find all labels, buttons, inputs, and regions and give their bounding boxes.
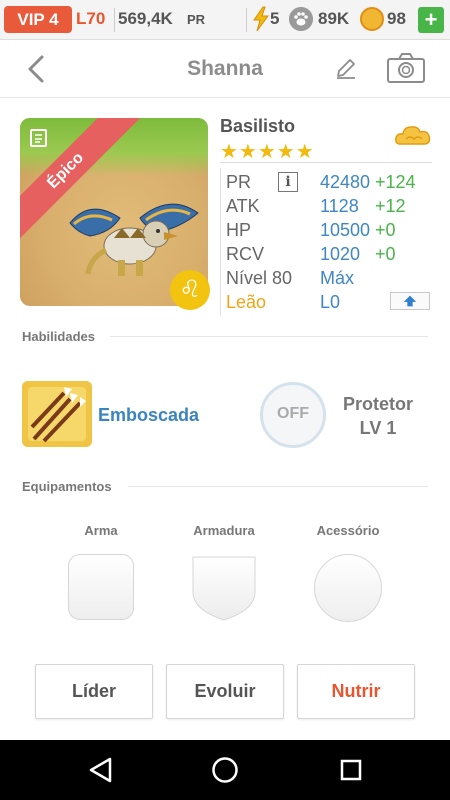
stat-label-atk: ATK xyxy=(226,196,260,216)
passive-skill-icon[interactable]: OFF xyxy=(260,382,326,448)
stat-label-pr: PR xyxy=(226,172,252,192)
nav-home-icon[interactable] xyxy=(211,756,239,784)
power-value: 569,4K xyxy=(118,9,173,28)
lightning-icon xyxy=(253,6,269,32)
status-bar: VIP 4 L70 569,4K PR 5 89K 98 + xyxy=(0,0,450,40)
stat-value-zodiac: L0 xyxy=(320,292,341,312)
stat-label-hp: HP xyxy=(226,220,252,240)
pet-species: Basilisto xyxy=(220,116,296,136)
star-rating: ★★★★★ xyxy=(220,141,315,163)
add-coins-button[interactable]: + xyxy=(418,7,444,33)
stat-bonus-hp: +0 xyxy=(375,220,396,240)
divider xyxy=(128,486,428,487)
upgrade-arrow-button[interactable] xyxy=(390,292,430,310)
stat-label-level: Nível 80 xyxy=(226,268,293,288)
stat-label-rcv: RCV xyxy=(226,244,265,264)
divider xyxy=(110,336,428,337)
stat-value-level: Máx xyxy=(320,268,355,288)
info-icon[interactable]: i xyxy=(278,172,298,192)
nav-back-icon[interactable] xyxy=(88,756,114,784)
accessory-slot[interactable] xyxy=(314,554,382,622)
coin-value: 98 xyxy=(387,9,406,28)
passive-skill-level: LV 1 xyxy=(359,418,397,438)
active-skill-name[interactable]: Emboscada xyxy=(98,405,199,426)
camera-icon[interactable] xyxy=(386,52,426,84)
feed-button[interactable]: Nutrir xyxy=(297,664,415,719)
card-icon[interactable] xyxy=(28,126,50,148)
stats-divider xyxy=(220,168,221,316)
stat-bonus-atk: +12 xyxy=(375,196,406,216)
zodiac-leo-icon: ♌ xyxy=(170,270,210,310)
weapon-slot[interactable] xyxy=(68,554,134,620)
stat-value-hp: 10500 xyxy=(320,220,371,240)
accessory-slot-label: Acessório xyxy=(316,523,380,538)
skills-section-title: Habilidades xyxy=(22,329,95,344)
divider xyxy=(246,8,247,32)
page-title: Shanna xyxy=(187,57,263,80)
stat-value-atk: 1128 xyxy=(320,196,359,216)
cloud-element-icon xyxy=(395,126,431,145)
evolve-button[interactable]: Evoluir xyxy=(166,664,284,719)
weapon-slot-label: Arma xyxy=(84,523,118,538)
stat-value-rcv: 1020 xyxy=(320,244,361,264)
equipment-section-title: Equipamentos xyxy=(22,479,112,494)
passive-skill-name: Protetor xyxy=(342,394,413,414)
armor-slot-label: Armadura xyxy=(193,523,255,538)
vip-badge[interactable]: VIP 4 xyxy=(4,6,72,33)
coin-icon xyxy=(360,7,384,31)
player-level: L70 xyxy=(76,9,106,28)
paw-value: 89K xyxy=(318,9,350,28)
skill-ambush-icon[interactable] xyxy=(22,381,92,447)
passive-state-label: OFF xyxy=(277,405,309,422)
stat-bonus-pr: +124 xyxy=(375,172,416,192)
divider xyxy=(114,8,115,32)
nav-recent-apps-icon[interactable] xyxy=(339,758,363,782)
armor-slot[interactable] xyxy=(191,554,257,622)
stat-value-pr: 42480 xyxy=(320,172,371,192)
system-navigation-bar xyxy=(0,740,450,800)
page-header: Shanna xyxy=(0,40,450,98)
arrows-icon xyxy=(22,381,92,447)
leader-button[interactable]: Líder xyxy=(35,664,153,719)
paw-icon xyxy=(289,7,313,31)
power-unit: PR xyxy=(187,12,206,27)
edit-pencil-icon[interactable] xyxy=(334,56,358,80)
divider xyxy=(220,162,432,163)
energy-value: 5 xyxy=(270,9,280,28)
stat-bonus-rcv: +0 xyxy=(375,244,396,264)
stat-label-zodiac: Leão xyxy=(226,292,267,312)
